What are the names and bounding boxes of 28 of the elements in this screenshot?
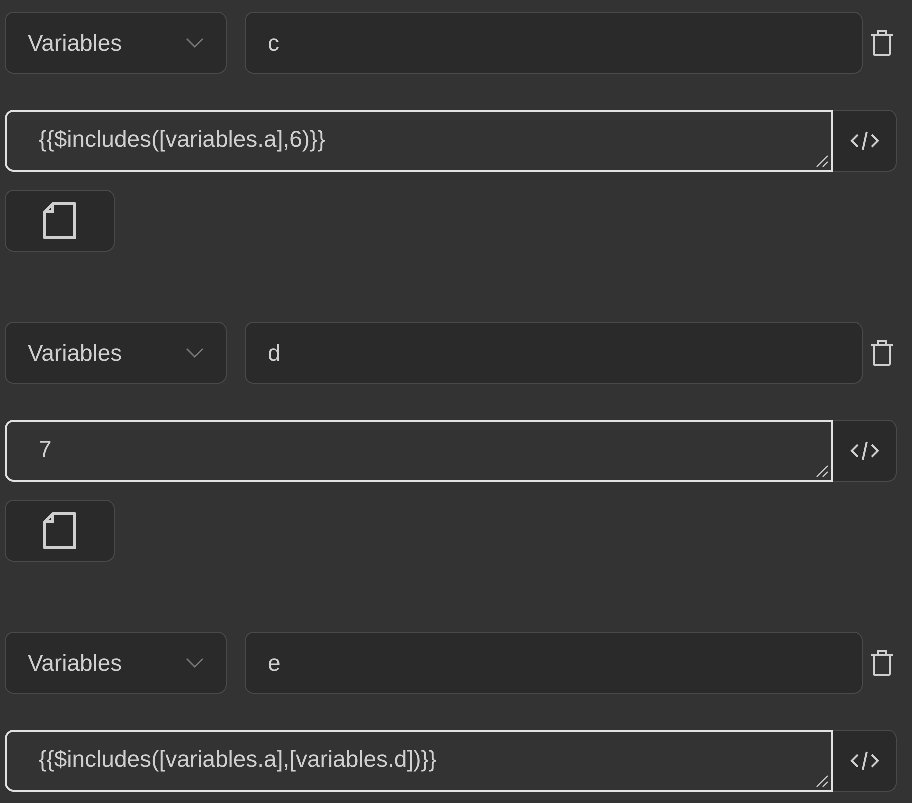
resize-grip-icon	[815, 774, 829, 788]
chevron-down-icon	[186, 348, 204, 358]
chevron-down-icon	[186, 658, 204, 668]
chevron-down-icon	[186, 38, 204, 48]
page-button[interactable]	[5, 190, 115, 252]
name-field[interactable]: c	[245, 12, 863, 74]
code-icon	[850, 749, 880, 773]
resize-grip-icon	[815, 464, 829, 478]
name-field[interactable]: e	[245, 632, 863, 694]
code-toggle-button[interactable]	[833, 110, 897, 172]
code-toggle-button[interactable]	[833, 730, 897, 792]
code-icon	[850, 439, 880, 463]
value-field[interactable]: {{$includes([variables.a],[variables.d])}}	[5, 730, 833, 792]
page-button[interactable]	[5, 500, 115, 562]
code-icon	[850, 129, 880, 153]
trash-icon[interactable]	[869, 29, 895, 57]
value-field[interactable]: 7	[5, 420, 833, 482]
trash-icon[interactable]	[869, 649, 895, 677]
resize-grip-icon	[815, 154, 829, 168]
trash-icon[interactable]	[869, 339, 895, 367]
source-dropdown[interactable]: Variables	[5, 12, 227, 74]
source-dropdown[interactable]: Variables	[5, 632, 227, 694]
source-dropdown[interactable]: Variables	[5, 322, 227, 384]
page-icon	[42, 202, 78, 240]
code-toggle-button[interactable]	[833, 420, 897, 482]
name-field[interactable]: d	[245, 322, 863, 384]
page-icon	[42, 512, 78, 550]
value-field[interactable]: {{$includes([variables.a],6)}}	[5, 110, 833, 172]
